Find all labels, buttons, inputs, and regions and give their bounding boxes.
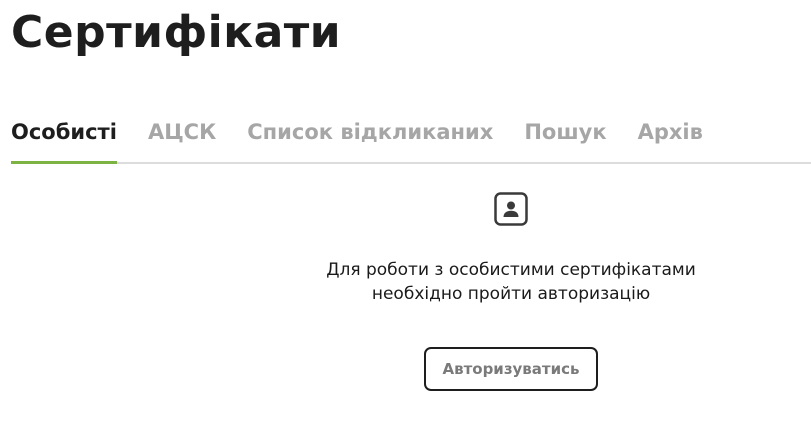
message-line-2: необхідно пройти авторизацію bbox=[371, 284, 651, 304]
user-icon bbox=[494, 192, 528, 226]
authorize-button[interactable]: Авторизуватись bbox=[424, 347, 598, 391]
page-title: Сертифікати bbox=[11, 7, 342, 58]
tab-search[interactable]: Пошук bbox=[524, 114, 606, 162]
tab-acsk[interactable]: АЦСК bbox=[148, 114, 216, 162]
message-line-1: Для роботи з особистими сертифікатами bbox=[326, 260, 696, 280]
empty-state: Для роботи з особистими сертифікатами не… bbox=[211, 192, 811, 391]
certificate-tabs: Особисті АЦСК Список відкликаних Пошук А… bbox=[11, 114, 811, 164]
auth-required-message: Для роботи з особистими сертифікатами не… bbox=[211, 258, 811, 306]
tab-archive[interactable]: Архів bbox=[638, 114, 703, 162]
tab-personal[interactable]: Особисті bbox=[11, 114, 117, 164]
tab-revoked-list[interactable]: Список відкликаних bbox=[247, 114, 493, 162]
